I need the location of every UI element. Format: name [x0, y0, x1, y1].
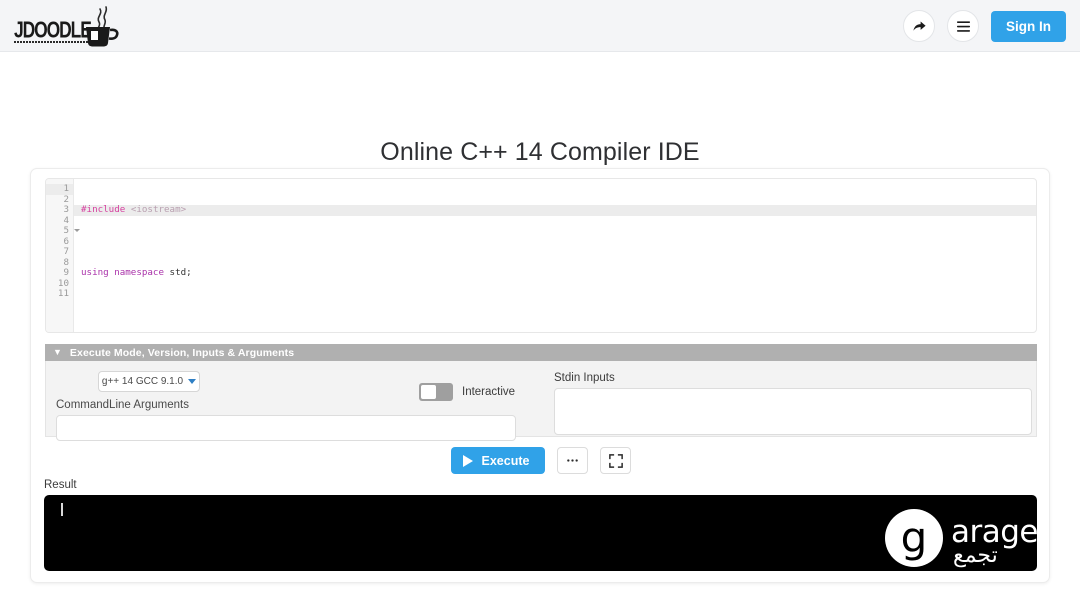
fullscreen-button[interactable] — [600, 447, 632, 474]
code-content[interactable]: #include <iostream> using namespace std;… — [74, 179, 1036, 332]
header-actions: Sign In — [903, 10, 1066, 42]
line-number: 1 — [46, 183, 73, 195]
chevron-down-icon — [188, 379, 197, 384]
arage-watermark: g arage تجمع — [881, 495, 1037, 571]
jdoodle-logo[interactable]: JDOODLE — [12, 4, 132, 48]
page-title: Online C++ 14 Compiler IDE — [380, 138, 700, 166]
chevron-down-icon: ▼ — [53, 347, 62, 357]
hamburger-menu-icon — [956, 20, 970, 32]
stdin-inputs-label: Stdin Inputs — [554, 372, 615, 384]
stdin-inputs-textarea[interactable] — [554, 388, 1032, 435]
line-number-label: 5 — [63, 225, 69, 237]
ide-card: 1 2 3 4 5 6 7 8 9 10 11 #include <iostre… — [30, 168, 1050, 583]
toggle-knob — [421, 385, 436, 399]
code-line: int main() { — [81, 331, 1036, 332]
interactive-toggle-group: Interactive — [419, 383, 515, 401]
output-cursor — [61, 503, 63, 516]
action-row: Execute — [31, 447, 1051, 474]
watermark-g-letter: g — [900, 513, 928, 562]
exec-section-header[interactable]: ▼ Execute Mode, Version, Inputs & Argume… — [45, 344, 1037, 361]
coffee-cup-icon — [86, 6, 119, 47]
menu-button[interactable] — [947, 10, 979, 42]
share-arrow-icon — [912, 20, 926, 31]
fullscreen-expand-icon — [609, 453, 623, 468]
interactive-toggle[interactable] — [419, 383, 453, 401]
code-line: #include <iostream> — [74, 204, 1036, 216]
sign-in-button[interactable]: Sign In — [991, 10, 1066, 42]
result-label: Result — [44, 479, 77, 491]
execute-button[interactable]: Execute — [450, 447, 546, 474]
exec-section-body: g++ 14 GCC 9.1.0 CommandLine Arguments I… — [45, 361, 1037, 441]
commandline-arguments-input[interactable] — [56, 415, 516, 441]
share-button[interactable] — [903, 10, 935, 42]
execute-button-label: Execute — [481, 453, 530, 468]
language-version-select[interactable]: g++ 14 GCC 9.1.0 — [98, 371, 200, 392]
exec-section-title: Execute Mode, Version, Inputs & Argument… — [69, 346, 295, 359]
code-editor[interactable]: 1 2 3 4 5 6 7 8 9 10 11 #include <iostre… — [45, 178, 1037, 333]
ellipsis-icon — [567, 459, 579, 462]
commandline-arguments-label: CommandLine Arguments — [56, 399, 189, 411]
app-header: JDOODLE Sign In — [0, 0, 1080, 52]
line-number: 11 — [57, 288, 69, 300]
more-options-button[interactable] — [557, 447, 589, 474]
language-version-value: g++ 14 GCC 9.1.0 — [101, 376, 184, 387]
play-triangle-icon — [462, 454, 473, 467]
editor-gutter: 1 2 3 4 5 6 7 8 9 10 11 — [46, 179, 80, 332]
result-output-panel[interactable]: g arage تجمع — [44, 495, 1037, 571]
code-line: using namespace std; — [81, 267, 192, 279]
watermark-arabic-text: تجمع — [953, 543, 998, 568]
interactive-label: Interactive — [462, 386, 516, 398]
